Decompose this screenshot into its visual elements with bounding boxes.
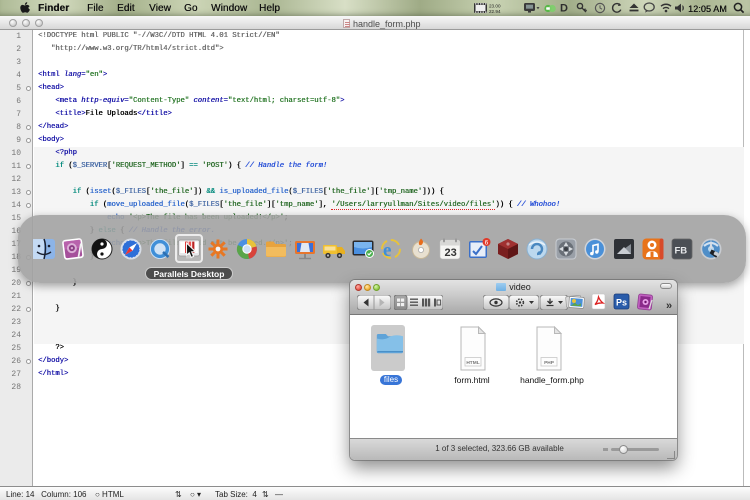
svg-text:Ps: Ps: [616, 298, 627, 308]
svg-text:PHP: PHP: [544, 360, 555, 366]
svg-text:FB: FB: [675, 246, 688, 257]
svg-text:HTML: HTML: [466, 360, 479, 366]
svg-text:23: 23: [445, 247, 457, 259]
svg-text:D: D: [560, 3, 568, 14]
svg-text:23.00: 23.00: [489, 3, 501, 8]
svg-text:22.94: 22.94: [489, 9, 501, 14]
svg-text:e: e: [383, 240, 391, 261]
svg-text:6: 6: [485, 240, 489, 247]
